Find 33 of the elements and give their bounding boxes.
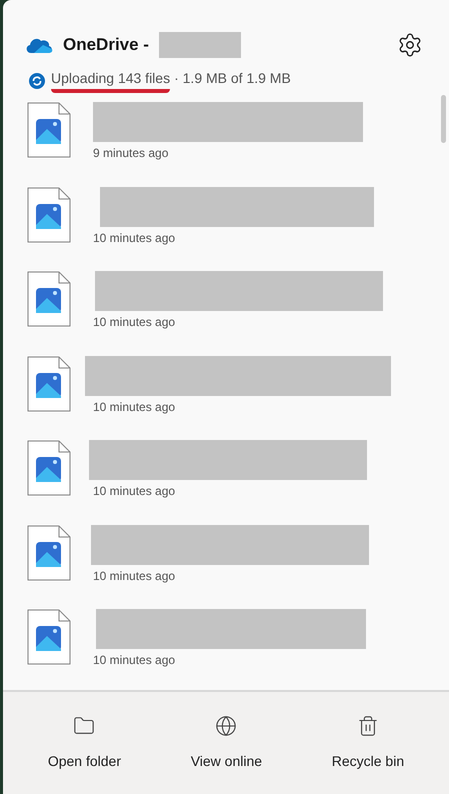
file-row[interactable]: 10 minutes ago <box>27 352 441 436</box>
file-row[interactable]: 10 minutes ago <box>27 267 441 352</box>
file-time: 9 minutes ago <box>93 145 170 162</box>
file-row[interactable]: 10 minutes ago <box>27 182 441 268</box>
file-row[interactable]: 9 minutes ago <box>27 98 441 183</box>
upload-status: Uploading 143 files <box>51 68 170 93</box>
file-time: 10 minutes ago <box>93 230 176 247</box>
scrollbar-thumb[interactable] <box>441 95 446 143</box>
file-time: 10 minutes ago <box>93 483 176 500</box>
file-time: 10 minutes ago <box>93 314 176 332</box>
window-title: OneDrive - <box>63 34 149 56</box>
image-file-icon <box>27 271 71 328</box>
image-file-icon <box>27 356 71 412</box>
image-file-icon <box>27 186 71 243</box>
action-button[interactable]: Open folder <box>40 710 130 776</box>
globe-icon <box>215 714 238 736</box>
image-file-icon <box>27 609 71 666</box>
file-row[interactable]: 10 minutes ago <box>27 520 441 606</box>
trash-icon <box>356 714 379 736</box>
image-file-icon <box>27 524 71 581</box>
file-row[interactable]: 10 minutes ago <box>27 605 441 690</box>
sync-icon <box>29 72 45 88</box>
file-time: 10 minutes ago <box>93 568 176 585</box>
action-button[interactable]: View online <box>182 710 270 776</box>
upload-size-text: · 1.9 MB of 1.9 MB <box>174 69 291 88</box>
folder-icon <box>73 714 96 736</box>
file-row[interactable]: 10 minutes ago <box>27 436 441 521</box>
file-time: 10 minutes ago <box>93 398 176 416</box>
file-time: 10 minutes ago <box>93 652 176 670</box>
cloud-icon <box>25 36 53 54</box>
action-button[interactable]: Recycle bin <box>324 710 412 776</box>
image-file-icon <box>27 102 71 158</box>
image-file-icon <box>27 440 71 496</box>
